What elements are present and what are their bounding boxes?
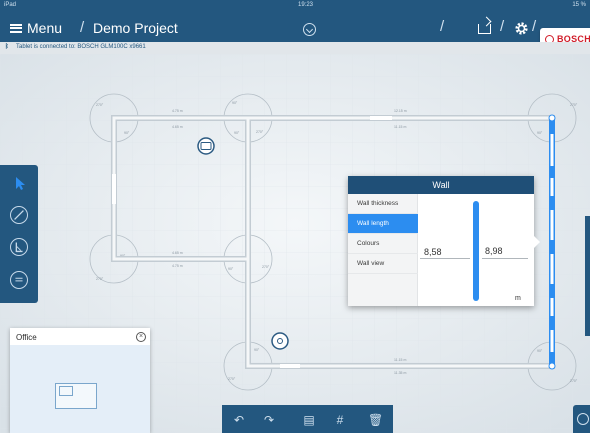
undo-icon[interactable]: ↶ — [232, 413, 246, 427]
room-thumbnail-area[interactable] — [10, 345, 150, 433]
svg-text:4.75 m: 4.75 m — [172, 109, 183, 113]
select-icon[interactable] — [10, 174, 28, 192]
measure-icon[interactable] — [10, 238, 28, 256]
breadcrumb-separator: / — [80, 19, 85, 36]
svg-text:90°: 90° — [124, 131, 130, 135]
menu-item-colours[interactable]: Colours — [348, 234, 418, 254]
svg-text:11.35 m: 11.35 m — [394, 371, 406, 375]
annotate-icon[interactable] — [10, 271, 28, 289]
redo-icon[interactable]: ↷ — [262, 413, 276, 427]
menu-item-wall-thickness[interactable]: Wall thickness — [348, 194, 418, 214]
svg-text:11.15 m: 11.15 m — [394, 358, 406, 362]
unit-label: m — [515, 295, 521, 302]
room-preview-panel: Office × — [10, 328, 150, 433]
app-bar: Menu / Demo Project / / / — [0, 12, 590, 42]
wall-menu: Wall thickness Wall length Colours Wall … — [348, 194, 418, 306]
calculator-icon[interactable]: ▤ — [302, 413, 316, 427]
divider: / — [532, 18, 537, 35]
menu-button[interactable]: Menu — [10, 18, 62, 38]
svg-text:270°: 270° — [262, 265, 270, 269]
grid-icon[interactable]: # — [333, 413, 347, 427]
hamburger-icon — [10, 23, 22, 33]
new-length-value[interactable]: 8,98 — [485, 246, 503, 256]
svg-text:270°: 270° — [570, 379, 578, 383]
connection-bar: ᛒ Tablet is connected to: BOSCH GLM100C … — [0, 42, 590, 54]
chevron-down-circle-icon[interactable] — [303, 23, 316, 36]
connection-status: Tablet is connected to: BOSCH GLM100C x9… — [16, 44, 146, 50]
project-title[interactable]: Demo Project — [93, 20, 178, 36]
bluetooth-icon: ᛒ — [5, 44, 9, 50]
room-thumbnail-inner — [59, 386, 73, 396]
svg-text:90°: 90° — [254, 348, 260, 352]
svg-text:11.15 m: 11.15 m — [394, 125, 406, 129]
menu-label: Menu — [27, 20, 63, 36]
svg-text:90°: 90° — [228, 267, 234, 271]
svg-text:270°: 270° — [256, 130, 264, 134]
view-toggle-button[interactable] — [573, 405, 590, 433]
svg-text:12.15 m: 12.15 m — [394, 109, 407, 113]
svg-text:90°: 90° — [232, 101, 238, 105]
status-bar: iPad 19:23 15 % — [0, 0, 590, 12]
rotate-icon — [577, 413, 589, 425]
svg-text:90°: 90° — [537, 349, 543, 353]
room-thumbnail — [55, 383, 97, 409]
length-slider[interactable] — [473, 201, 479, 301]
battery-level: 15 % — [572, 2, 586, 8]
svg-text:90°: 90° — [537, 131, 543, 135]
trash-icon[interactable]: 🗑 — [368, 413, 383, 427]
svg-text:270°: 270° — [96, 103, 104, 107]
wall-dialog: Wall Wall thickness Wall length Colours … — [348, 176, 540, 306]
divider: / — [500, 18, 505, 35]
right-panel-handle[interactable] — [585, 216, 590, 336]
svg-text:4.65 m: 4.65 m — [172, 125, 183, 129]
left-toolbar — [0, 165, 38, 303]
photo-marker-icon — [197, 137, 215, 155]
device-label: iPad — [4, 2, 17, 8]
close-icon[interactable]: × — [136, 332, 146, 342]
svg-text:270°: 270° — [96, 277, 104, 281]
svg-text:270°: 270° — [228, 377, 236, 381]
svg-text:4.65 m: 4.65 m — [172, 251, 183, 255]
svg-text:270°: 270° — [570, 103, 578, 107]
camera-marker-icon — [271, 332, 289, 350]
clock: 19:23 — [298, 2, 314, 8]
dialog-pointer — [534, 236, 540, 248]
svg-text:90°: 90° — [234, 131, 240, 135]
divider: / — [440, 18, 445, 35]
wall-dialog-title: Wall — [348, 176, 534, 194]
menu-item-wall-length[interactable]: Wall length — [348, 214, 418, 234]
menu-item-wall-view[interactable]: Wall view — [348, 254, 418, 274]
gear-icon[interactable] — [514, 21, 529, 36]
room-title: Office — [16, 333, 37, 342]
value-underline — [420, 258, 470, 259]
share-icon[interactable] — [478, 24, 491, 34]
bottom-toolbar: ↶ ↷ ▤ # 🗑 — [222, 405, 393, 433]
draw-icon[interactable] — [10, 206, 28, 224]
svg-text:4.75 m: 4.75 m — [172, 264, 183, 268]
